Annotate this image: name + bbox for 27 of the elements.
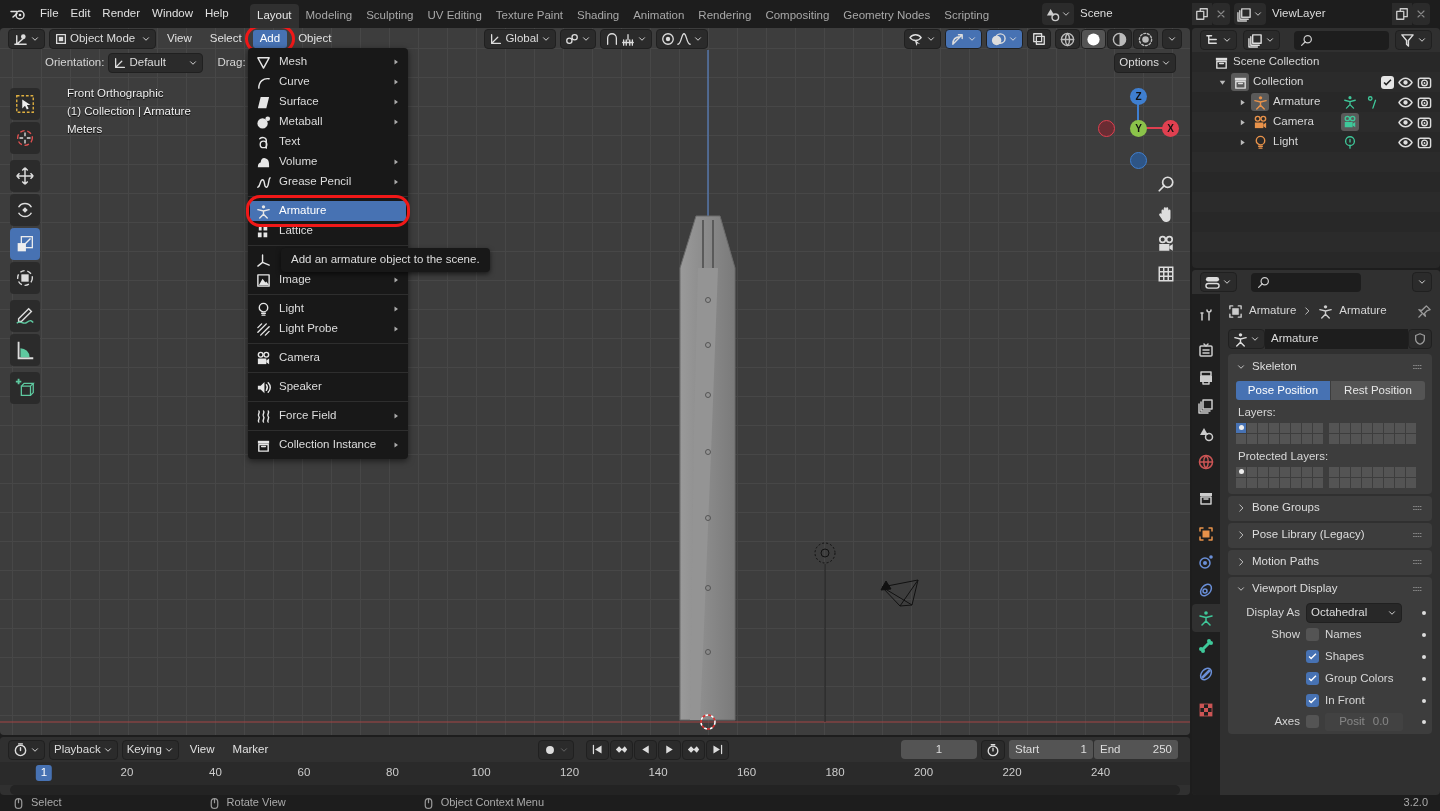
field-label: Layers:: [1238, 406, 1277, 420]
field-label: Show: [1270, 627, 1300, 642]
viewport-info-text: (1) Collection | Armature: [67, 104, 191, 119]
frame-tick-label: 240: [1089, 765, 1112, 780]
orientation-label: Orientation:: [45, 56, 105, 70]
frame-tick-label: 160: [735, 765, 758, 780]
frame-tick-label: 20: [119, 765, 135, 780]
field-label: Axes: [1273, 714, 1300, 729]
frame-tick-label: 120: [558, 765, 581, 780]
field-label: Display As: [1245, 605, 1300, 620]
drag-label: Drag:: [217, 56, 246, 70]
frame-tick-label: 100: [470, 765, 492, 780]
frame-tick-label: 180: [824, 765, 846, 780]
frame-tick-label: 60: [296, 765, 312, 780]
frame-tick-label: 200: [912, 765, 935, 780]
status-hint: Select: [31, 796, 62, 810]
status-hint: Object Context Menu: [440, 796, 545, 810]
viewport-info-text: Meters: [67, 122, 104, 137]
frame-tick-label: 40: [208, 765, 223, 780]
frame-tick-label: 140: [647, 765, 669, 780]
tooltip: Add an armature object to the scene.: [281, 248, 490, 272]
version-label: 3.2.0: [1403, 796, 1428, 810]
frame-tick-label: 220: [1001, 765, 1023, 780]
status-hint: Rotate View: [226, 796, 286, 810]
field-label: Protected Layers:: [1238, 449, 1330, 464]
viewport-info-text: Front Orthographic: [67, 87, 165, 101]
frame-tick-label: 80: [385, 765, 400, 780]
